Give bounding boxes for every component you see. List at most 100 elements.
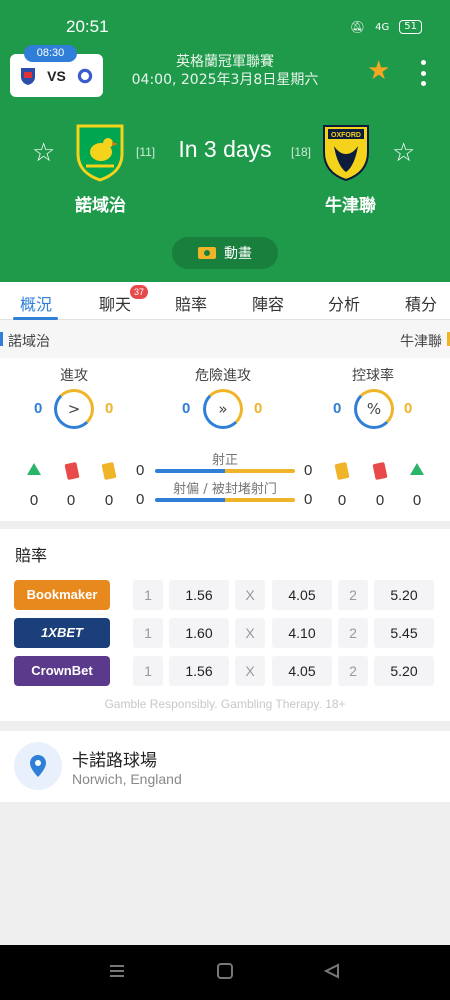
odds-draw-value[interactable]: 4.05 — [272, 656, 332, 686]
match-header: 20:51 🔕︎ 4G 51 VS 08:30 英格蘭冠軍聯賽 04:00, 2… — [0, 0, 450, 282]
pitch-icon — [198, 247, 216, 259]
back-icon[interactable] — [323, 963, 341, 983]
odds-draw-value[interactable]: 4.05 — [272, 580, 332, 610]
attack-ring-icon: > — [54, 389, 94, 429]
home-red-card-icon — [64, 461, 80, 481]
attack-home: 0 — [34, 400, 43, 417]
system-nav-bar — [0, 945, 450, 1000]
home-mini-crest-icon — [21, 67, 35, 85]
shots-on-bar — [155, 469, 295, 473]
tab-odds[interactable]: 賠率 — [175, 291, 207, 315]
odds-label-1: 1 — [133, 580, 163, 610]
odds-title: 賠率 — [15, 546, 48, 565]
home-icon[interactable] — [216, 963, 234, 983]
match-datetime: 04:00, 2025年3月8日星期六 — [131, 72, 319, 88]
away-corner-icon — [410, 463, 424, 479]
possession-home: 0 — [333, 400, 342, 417]
away-corners: 0 — [412, 492, 422, 509]
location-pin-icon — [14, 742, 62, 790]
tab-lineups[interactable]: 陣容 — [252, 291, 284, 315]
danger-attack-ring-icon: » — [203, 389, 243, 429]
odds-row[interactable]: CrownBet 1 1.56 X 4.05 2 5.20 — [14, 656, 434, 686]
possession-label: 控球率 — [352, 368, 394, 384]
away-team-label: 牛津聯 — [400, 334, 442, 350]
shots-off-away: 0 — [304, 491, 313, 508]
tab-analysis[interactable]: 分析 — [328, 291, 360, 315]
shots-off-bar — [155, 498, 295, 502]
away-red-card-icon — [372, 461, 388, 481]
home-corners: 0 — [29, 492, 39, 509]
league-name[interactable]: 英格蘭冠軍聯賽 — [120, 53, 330, 71]
danger-attack-label: 危險進攻 — [195, 368, 251, 384]
home-yellow-card-icon — [101, 461, 117, 481]
odds-away-value[interactable]: 5.45 — [374, 618, 434, 648]
odds-home-value[interactable]: 1.56 — [169, 656, 229, 686]
odds-label-2: 2 — [338, 618, 368, 648]
gambling-disclaimer[interactable]: Gamble Responsibly. Gambling Therapy. 18… — [0, 697, 450, 711]
odds-label-x: X — [235, 580, 265, 610]
venue-location: Norwich, England — [72, 771, 182, 787]
mute-icon: 🔕︎ — [349, 20, 366, 34]
mini-vs-label: VS — [47, 67, 66, 84]
home-red-cards: 0 — [66, 492, 76, 509]
match-tabs: 概況 聊天 賠率 陣容 分析 積分榜 — [0, 282, 450, 338]
away-red-cards: 0 — [375, 492, 385, 509]
odds-panel: 賠率 Bookmaker 1 1.56 X 4.05 2 5.20 1XBET … — [0, 529, 450, 721]
tab-overview[interactable]: 概況 — [20, 291, 52, 315]
odds-away-value[interactable]: 5.20 — [374, 656, 434, 686]
odds-row[interactable]: 1XBET 1 1.60 X 4.10 2 5.45 — [14, 618, 434, 648]
status-time: 20:51 — [66, 17, 109, 36]
bookmaker-logo[interactable]: Bookmaker — [14, 580, 110, 610]
odds-label-x: X — [235, 656, 265, 686]
favorite-home-star-icon[interactable]: ☆ — [32, 138, 55, 168]
league-info: 英格蘭冠軍聯賽 04:00, 2025年3月8日星期六 — [120, 53, 330, 89]
possession-away: 0 — [404, 400, 413, 417]
live-stats-panel: 進攻 0 > 0 危險進攻 0 » 0 控球率 0 % 0 0 0 0 0 0 … — [0, 358, 450, 521]
shots-on-away: 0 — [304, 462, 313, 479]
odds-away-value[interactable]: 5.20 — [374, 580, 434, 610]
odds-home-value[interactable]: 1.56 — [169, 580, 229, 610]
status-icons: 🔕︎ 4G 51 — [350, 20, 422, 34]
shots-off-home: 0 — [136, 491, 145, 508]
chat-count-badge: 37 — [130, 285, 148, 299]
shots-on-home: 0 — [136, 462, 145, 479]
attack-away: 0 — [105, 400, 114, 417]
danger-attack-away: 0 — [254, 400, 263, 417]
odds-label-2: 2 — [338, 580, 368, 610]
odds-label-2: 2 — [338, 656, 368, 686]
odds-home-value[interactable]: 1.60 — [169, 618, 229, 648]
team-name-row: 諾域治 牛津聯 — [0, 320, 450, 358]
odds-row[interactable]: Bookmaker 1 1.56 X 4.05 2 5.20 — [14, 580, 434, 610]
attack-label: 進攻 — [60, 368, 88, 384]
bookmaker-logo[interactable]: CrownBet — [14, 656, 110, 686]
danger-attack-home: 0 — [182, 400, 191, 417]
away-yellow-card-icon — [334, 461, 350, 481]
venue-card[interactable]: 卡諾路球場 Norwich, England — [0, 731, 450, 802]
svg-text:OXFORD: OXFORD — [331, 132, 361, 139]
away-rank: [18] — [291, 145, 312, 159]
venue-name: 卡諾路球場 — [72, 751, 157, 771]
shots-off-target-label: 射偏 / 被封堵射门 — [173, 482, 277, 497]
away-crest-icon[interactable]: OXFORD — [320, 122, 372, 182]
odds-label-x: X — [235, 618, 265, 648]
home-team-name[interactable]: 諾域治 — [75, 191, 126, 216]
home-yellow-cards: 0 — [104, 492, 114, 509]
away-mini-crest-icon — [77, 68, 93, 83]
odds-label-1: 1 — [133, 656, 163, 686]
favorite-away-star-icon[interactable]: ☆ — [392, 138, 415, 168]
animation-button[interactable]: 動畫 — [172, 237, 278, 269]
more-options-icon[interactable] — [413, 60, 433, 86]
favorite-match-star-icon[interactable]: ★ — [367, 58, 390, 84]
recent-apps-icon[interactable] — [108, 963, 126, 983]
home-corner-icon — [27, 463, 41, 479]
home-color-marker — [0, 332, 3, 346]
mini-kickoff-time: 08:30 — [24, 45, 77, 62]
odds-draw-value[interactable]: 4.10 — [272, 618, 332, 648]
home-crest-icon[interactable] — [74, 122, 126, 182]
tab-chat[interactable]: 聊天 — [99, 291, 131, 315]
bookmaker-logo[interactable]: 1XBET — [14, 618, 110, 648]
battery-icon: 51 — [399, 20, 422, 34]
away-yellow-cards: 0 — [337, 492, 347, 509]
signal-icon: 4G — [375, 21, 390, 33]
away-team-name[interactable]: 牛津聯 — [325, 191, 376, 216]
